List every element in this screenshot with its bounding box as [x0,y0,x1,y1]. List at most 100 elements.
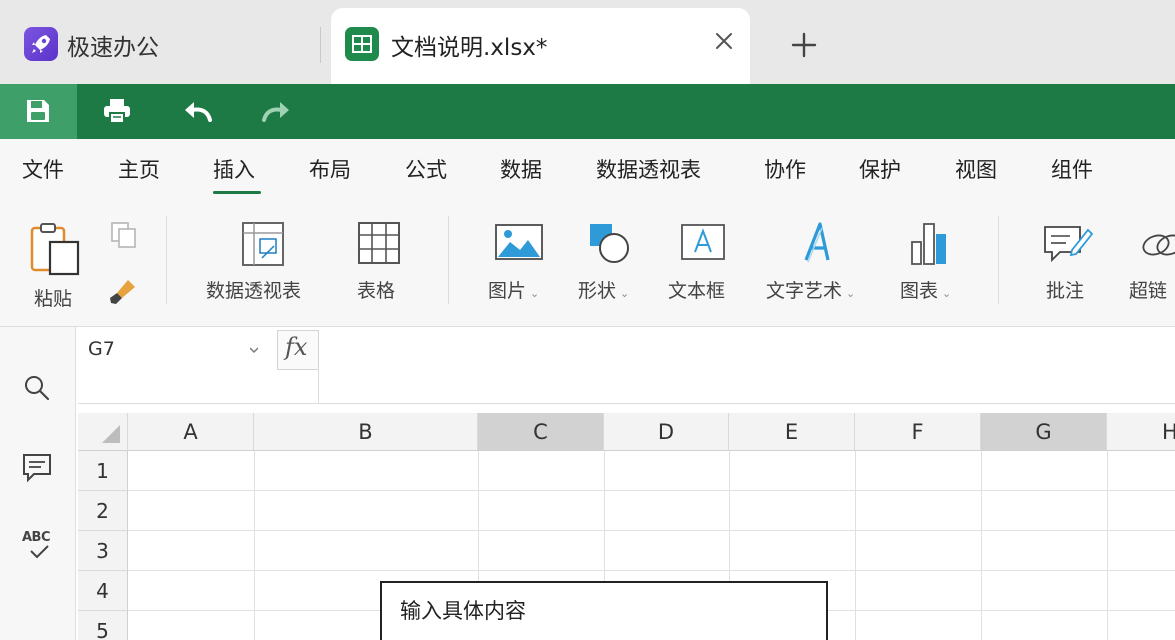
undo-button[interactable] [168,84,228,139]
document-tab[interactable]: 文档说明.xlsx* [331,8,750,84]
quick-access-toolbar [0,84,1175,139]
spreadsheet-grid[interactable]: A B C D E F G H 1 2 3 4 5 输入具体内容 [78,413,1175,640]
column-header-h[interactable]: H [1107,413,1175,451]
comment-icon [23,454,51,483]
chevron-down-icon[interactable] [250,346,258,354]
comments-panel-button[interactable] [21,451,53,483]
save-button[interactable] [0,84,77,139]
menu-home[interactable]: 主页 [118,154,160,184]
chart-icon [911,223,946,265]
textbox-label: 文本框 [668,280,726,302]
table-label: 表格 [357,280,396,302]
textbox-content: 输入具体内容 [400,599,526,623]
shape-label: 形状 ⌄ [578,280,630,302]
menu-layout[interactable]: 布局 [309,154,351,184]
insert-shape-button[interactable]: 形状 ⌄ [576,218,644,310]
name-box-value: G7 [88,338,115,360]
column-header-g[interactable]: G [981,413,1107,451]
insert-chart-button[interactable]: 图表 ⌄ [898,218,972,310]
shapes-icon [590,224,629,263]
pivot-table-label: 数据透视表 [206,280,302,302]
save-icon [27,100,49,122]
column-header-e[interactable]: E [729,413,855,451]
row-header-3[interactable]: 3 [78,531,128,571]
document-title: 文档说明.xlsx* [391,35,548,61]
paste-button[interactable]: 粘贴 [22,218,86,310]
insert-pivot-table-button[interactable]: 数据透视表 [204,218,324,310]
rocket-icon [24,27,58,61]
comment-icon [1044,226,1094,263]
insert-textbox-button[interactable]: 文本框 [664,218,740,310]
chevron-down-icon: ⌄ [942,287,952,300]
formula-input[interactable] [318,330,1175,402]
spreadsheet-icon [345,27,379,61]
copy-button[interactable] [108,220,140,250]
insert-comment-button[interactable]: 批注 [1036,218,1100,310]
hyperlink-label: 超链 [1129,280,1168,302]
insert-image-button[interactable]: 图片 ⌄ [486,218,554,310]
wordart-label: 文字艺术 ⌄ [766,280,856,302]
redo-button[interactable] [248,84,308,139]
search-button[interactable] [22,373,52,403]
menu-insert[interactable]: 插入 [213,154,255,184]
undo-icon [185,102,212,122]
app-tab[interactable]: 极速办公 [0,0,320,84]
close-icon[interactable] [713,30,735,52]
gridline [981,451,982,640]
image-icon [495,224,543,260]
menu-view[interactable]: 视图 [955,154,997,184]
search-icon [25,376,50,401]
insert-function-button[interactable]: fx [277,330,319,370]
row-header-4[interactable]: 4 [78,571,128,611]
print-button[interactable] [88,84,148,139]
row-header-1[interactable]: 1 [78,451,128,491]
gridline [1107,451,1108,640]
column-header-c[interactable]: C [478,413,604,451]
menu-protect[interactable]: 保护 [859,154,901,184]
column-header-b[interactable]: B [254,413,478,451]
row-header-5[interactable]: 5 [78,611,128,640]
format-painter-button[interactable] [106,276,140,306]
menu-file[interactable]: 文件 [22,154,64,184]
menu-pivot-table[interactable]: 数据透视表 [596,154,701,184]
spellcheck-icon [30,545,49,559]
active-menu-indicator [213,191,261,194]
tab-bar: 极速办公 文档说明.xlsx* [0,0,1175,84]
wordart-icon [804,222,830,263]
menu-collaborate[interactable]: 协作 [764,154,806,184]
gridline [128,490,1175,491]
insert-wordart-button[interactable]: 文字艺术 ⌄ [764,218,878,310]
inserted-textbox[interactable]: 输入具体内容 [380,581,828,640]
gridline [128,530,1175,531]
select-all-corner[interactable] [78,413,128,451]
gridline [855,451,856,640]
gridline [128,570,1175,571]
column-header-f[interactable]: F [855,413,981,451]
new-tab-button[interactable] [789,30,819,60]
column-header-a[interactable]: A [128,413,254,451]
ribbon-divider [166,216,167,304]
insert-table-button[interactable]: 表格 [350,218,410,310]
select-all-icon [102,425,120,443]
ribbon-divider [998,216,999,304]
spellcheck-button[interactable]: ABC [21,530,55,564]
link-icon [1142,234,1175,256]
name-box[interactable]: G7 [78,330,274,368]
pivot-table-icon [242,222,284,266]
printer-icon [104,99,130,124]
tab-divider [320,27,321,63]
menu-components[interactable]: 组件 [1051,154,1093,184]
redo-icon [262,102,289,122]
table-icon [358,222,400,264]
insert-hyperlink-button[interactable]: 超链 [1126,218,1175,310]
textbox-icon [681,224,725,260]
comment-label: 批注 [1046,280,1085,302]
fx-icon: fx [285,333,308,361]
column-header-d[interactable]: D [604,413,729,451]
menu-formula[interactable]: 公式 [405,154,447,184]
menu-data[interactable]: 数据 [500,154,542,184]
copy-icon [111,222,136,248]
paste-label: 粘贴 [34,288,73,310]
plus-icon [791,32,817,58]
row-header-2[interactable]: 2 [78,491,128,531]
